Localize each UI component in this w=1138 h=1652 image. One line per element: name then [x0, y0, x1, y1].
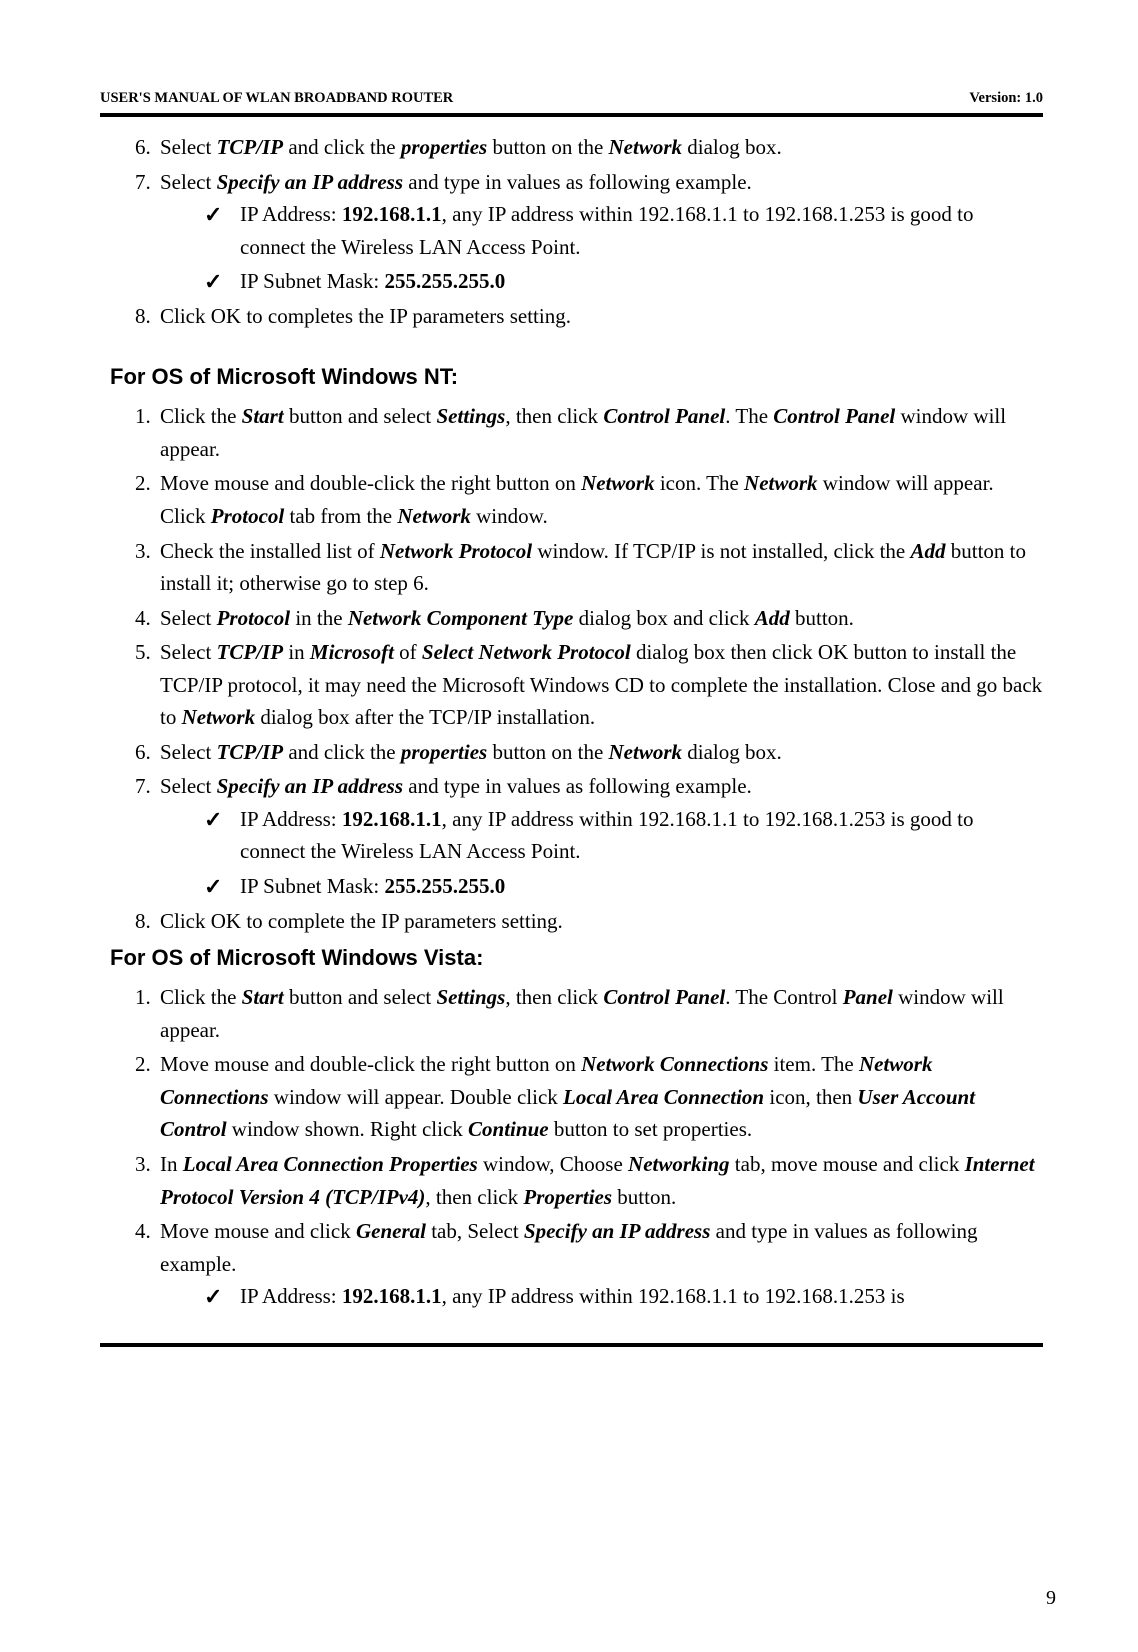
item-n7: Select Specify an IP address and type in… — [156, 770, 1043, 902]
item-n1: Click the Start button and select Settin… — [156, 400, 1043, 465]
item-v2: Move mouse and double-click the right bu… — [156, 1048, 1043, 1146]
page-number: 9 — [1046, 1587, 1056, 1610]
item-n4: Select Protocol in the Network Component… — [156, 602, 1043, 635]
item-v1: Click the Start button and select Settin… — [156, 981, 1043, 1046]
checklist-v: IP Address: 192.168.1.1, any IP address … — [160, 1280, 1043, 1313]
item-n3: Check the installed list of Network Prot… — [156, 535, 1043, 600]
item-a7: Select Specify an IP address and type in… — [156, 166, 1043, 298]
item-a8: Click OK to completes the IP parameters … — [156, 300, 1043, 333]
item-n6: Select TCP/IP and click the properties b… — [156, 736, 1043, 769]
check-n2: IP Subnet Mask: 255.255.255.0 — [204, 870, 1043, 903]
section-vista-title: For OS of Microsoft Windows Vista: — [110, 941, 1043, 975]
check-a1: IP Address: 192.168.1.1, any IP address … — [204, 198, 1043, 263]
item-n5: Select TCP/IP in Microsoft of Select Net… — [156, 636, 1043, 734]
item-n8: Click OK to complete the IP parameters s… — [156, 905, 1043, 938]
item-v3: In Local Area Connection Properties wind… — [156, 1148, 1043, 1213]
header-rule — [100, 113, 1043, 117]
item-v4: Move mouse and click General tab, Select… — [156, 1215, 1043, 1313]
list-block-nt: Click the Start button and select Settin… — [100, 400, 1043, 937]
header-right: Version: 1.0 — [969, 90, 1043, 107]
checklist-n: IP Address: 192.168.1.1, any IP address … — [160, 803, 1043, 903]
page-header: USER'S MANUAL OF WLAN BROADBAND ROUTER V… — [100, 90, 1043, 107]
list-block-vista: Click the Start button and select Settin… — [100, 981, 1043, 1312]
check-n1: IP Address: 192.168.1.1, any IP address … — [204, 803, 1043, 868]
item-n2: Move mouse and double-click the right bu… — [156, 467, 1043, 532]
header-left: USER'S MANUAL OF WLAN BROADBAND ROUTER — [100, 90, 453, 107]
item-a6: Select TCP/IP and click the properties b… — [156, 131, 1043, 164]
check-a2: IP Subnet Mask: 255.255.255.0 — [204, 265, 1043, 298]
checklist-a: IP Address: 192.168.1.1, any IP address … — [160, 198, 1043, 298]
section-nt-title: For OS of Microsoft Windows NT: — [110, 360, 1043, 394]
list-block-a: Select TCP/IP and click the properties b… — [100, 131, 1043, 332]
check-v1: IP Address: 192.168.1.1, any IP address … — [204, 1280, 1043, 1313]
footer-rule — [100, 1343, 1043, 1347]
